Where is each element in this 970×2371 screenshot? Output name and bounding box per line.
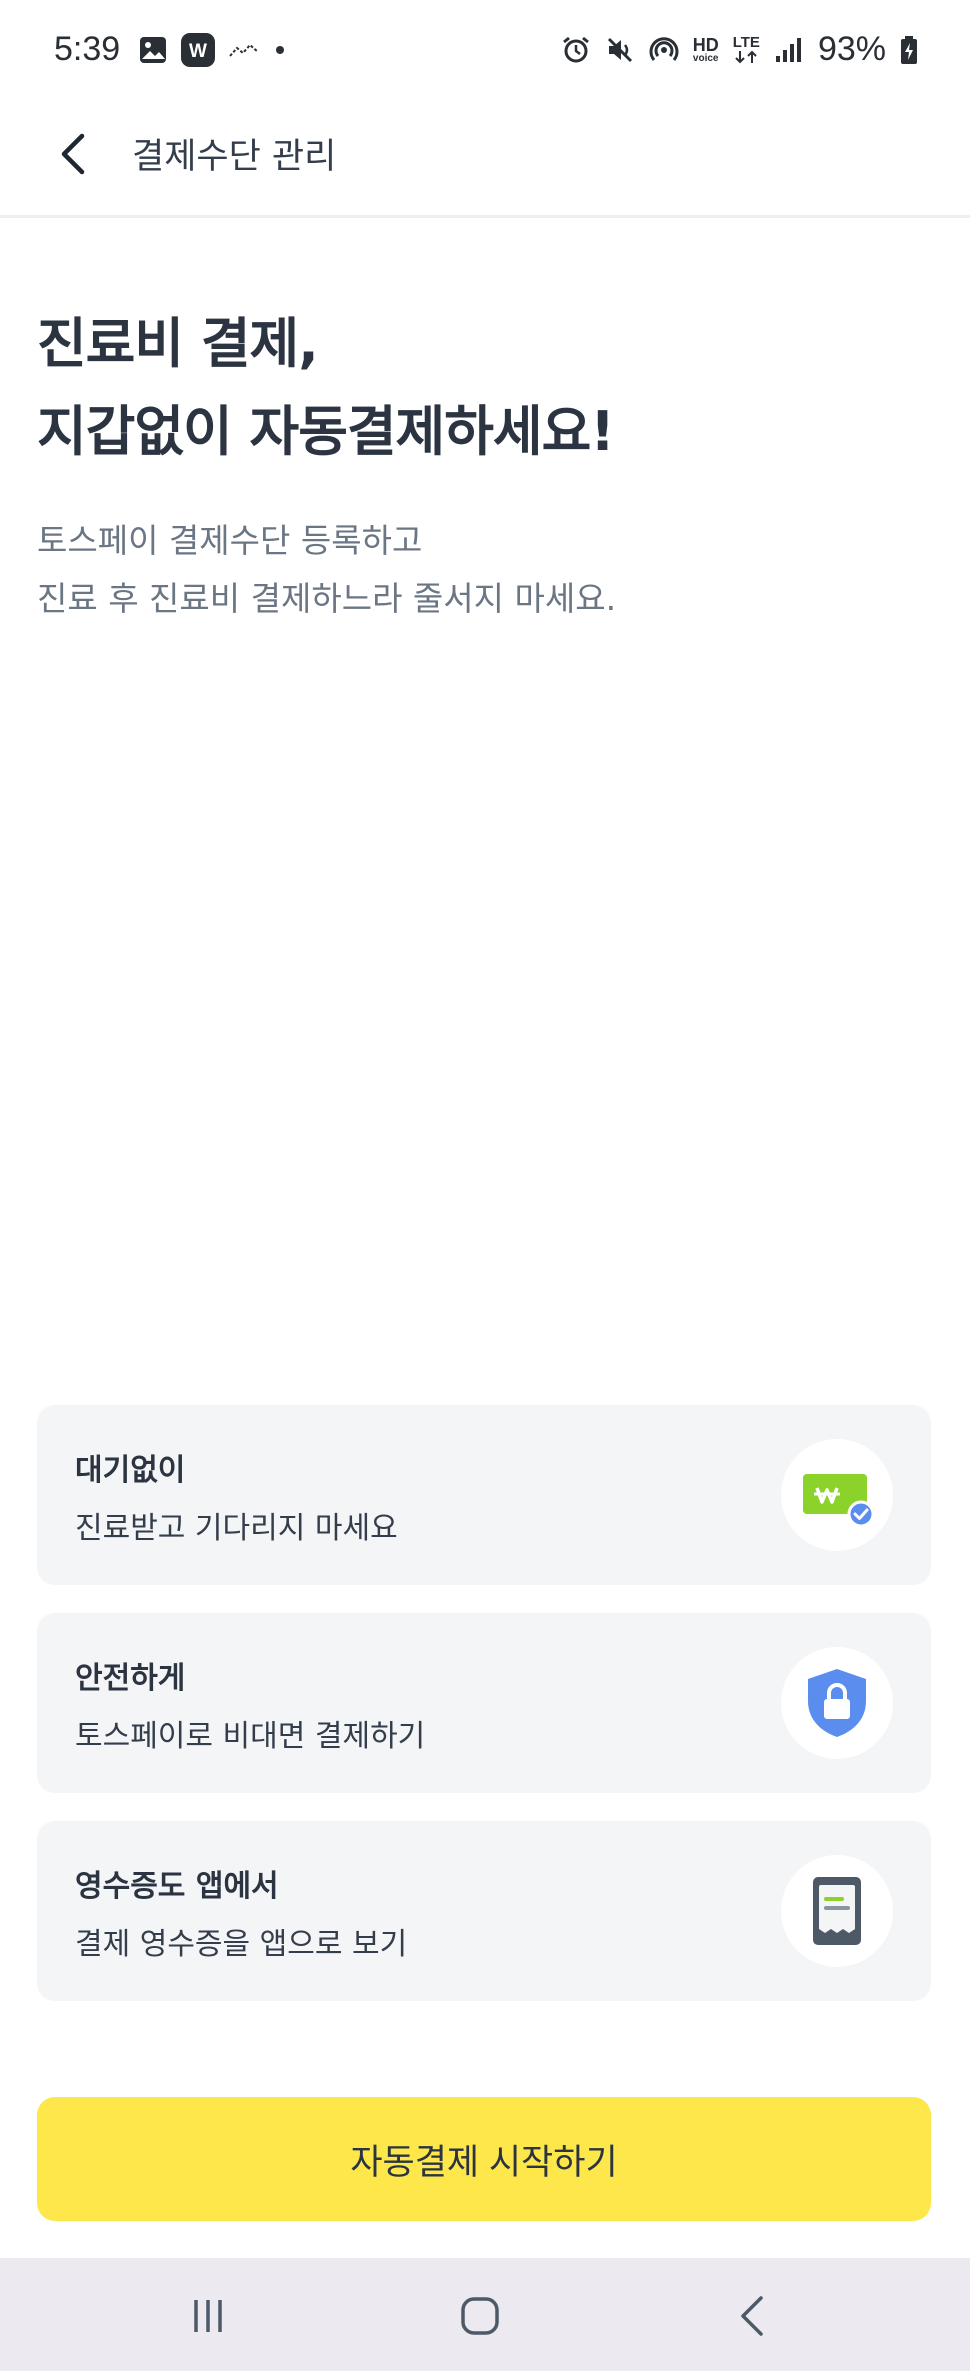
activity-icon (228, 40, 260, 60)
system-back-button[interactable] (712, 2286, 792, 2346)
system-nav-bar (0, 2258, 970, 2371)
feature-list: 대기없이 진료받고 기다리지 마세요 안전하게 토스페이로 비대면 결제하기 영… (37, 1405, 931, 2029)
feature-subtitle: 토스페이로 비대면 결제하기 (75, 1719, 426, 1754)
page-title: 결제수단 관리 (132, 137, 337, 177)
back-button[interactable] (44, 124, 104, 184)
feature-title: 대기없이 (75, 1453, 186, 1488)
hero-desc-line1: 토스페이 결제수단 등록하고 (37, 521, 423, 560)
hero-description: 토스페이 결제수단 등록하고 진료 후 진료비 결제하느라 줄서지 마세요. (37, 512, 616, 628)
signal-icon (774, 36, 804, 64)
app-header: 결제수단 관리 (0, 100, 970, 218)
status-bar: 5:39 W HD voice LTE 93% (0, 0, 970, 100)
svg-text:W: W (189, 41, 207, 62)
mute-icon (605, 35, 635, 65)
feature-subtitle: 결제 영수증을 앱으로 보기 (75, 1927, 408, 1962)
hero-title-line2: 지갑없이 자동결제하세요! (37, 400, 615, 463)
home-button[interactable] (440, 2286, 520, 2346)
recent-apps-icon (194, 2300, 222, 2332)
status-time: 5:39 (54, 30, 121, 68)
battery-percent: 93% (817, 30, 886, 68)
dot-icon (272, 42, 288, 58)
status-left-icons: W (138, 32, 288, 68)
feature-icon-circle (781, 1855, 893, 1967)
hero-title: 진료비 결제, 지갑없이 자동결제하세요! (37, 300, 615, 476)
hotspot-icon (649, 35, 679, 65)
won-bill-check-icon (803, 1474, 875, 1528)
back-icon (741, 2296, 763, 2336)
feature-title: 영수증도 앱에서 (75, 1869, 279, 1904)
battery-charging-icon (900, 35, 918, 65)
lte-icon: LTE (733, 35, 760, 64)
receipt-icon (813, 1877, 861, 1945)
w-app-icon: W (180, 32, 216, 68)
shield-lock-icon (808, 1669, 866, 1737)
home-icon (461, 2297, 499, 2335)
feature-icon-circle (781, 1647, 893, 1759)
feature-card-no-wait: 대기없이 진료받고 기다리지 마세요 (37, 1405, 931, 1585)
status-right-icons: HD voice LTE 93% (561, 30, 918, 69)
hero-desc-line2: 진료 후 진료비 결제하느라 줄서지 마세요. (37, 579, 617, 618)
hero-title-line1: 진료비 결제, (37, 312, 319, 375)
chevron-left-icon (61, 133, 85, 175)
feature-subtitle: 진료받고 기다리지 마세요 (75, 1511, 398, 1546)
start-autopay-button[interactable]: 자동결제 시작하기 (37, 2097, 931, 2221)
feature-icon-circle (781, 1439, 893, 1551)
feature-title: 안전하게 (75, 1661, 186, 1696)
alarm-icon (561, 35, 591, 65)
gallery-icon (138, 35, 168, 65)
feature-card-receipt: 영수증도 앱에서 결제 영수증을 앱으로 보기 (37, 1821, 931, 2001)
recent-apps-button[interactable] (168, 2286, 248, 2346)
feature-card-secure: 안전하게 토스페이로 비대면 결제하기 (37, 1613, 931, 1793)
hd-voice-icon: HD voice (692, 34, 719, 64)
